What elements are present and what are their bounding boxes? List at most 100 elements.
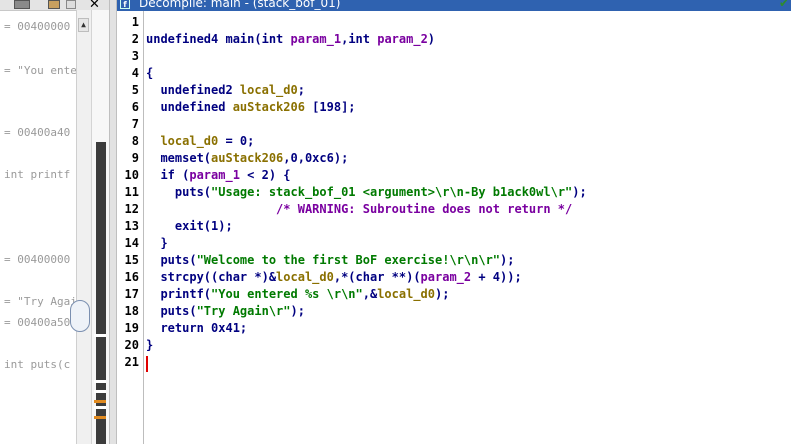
copy-icon[interactable] (48, 0, 60, 9)
line-number: 15 (124, 253, 139, 267)
code-token[interactable]: local_d0 (146, 134, 218, 148)
listing-line[interactable]: int puts(c (4, 358, 70, 371)
code-area[interactable]: undefined4 main(int param_1,int param_2)… (146, 11, 786, 444)
code-line[interactable]: local_d0 = 0; (146, 134, 254, 151)
listing-line[interactable]: = "You ente (4, 64, 76, 77)
overview-marker (94, 334, 106, 337)
code-token[interactable]: ,& (363, 287, 377, 301)
code-line[interactable]: } (146, 236, 167, 253)
code-token[interactable]: local_d0 (377, 287, 435, 301)
code-token[interactable]: puts( (146, 304, 196, 318)
code-token[interactable]: ); (500, 253, 514, 267)
code-token[interactable]: = 0; (218, 134, 254, 148)
code-line[interactable]: /* WARNING: Subroutine does not return *… (146, 202, 572, 219)
code-token[interactable]: undefined4 main( (146, 32, 262, 46)
line-number: 18 (124, 304, 139, 318)
code-line[interactable]: if (param_1 < 2) { (146, 168, 290, 185)
panel-divider[interactable] (109, 0, 117, 444)
listing-line[interactable]: = 00400a50 (4, 316, 70, 329)
listing-line[interactable]: = 00400000 (4, 253, 70, 266)
overview-marker (94, 400, 106, 403)
code-token[interactable]: ) (428, 32, 435, 46)
code-token[interactable]: } (146, 338, 153, 352)
code-line[interactable]: strcpy((char *)&local_d0,*(char **)(para… (146, 270, 521, 287)
code-line[interactable]: puts("Try Again\r"); (146, 304, 305, 321)
code-token[interactable]: auStack206 (233, 100, 305, 114)
listing-line[interactable]: = "Try Agai (4, 295, 76, 308)
overview-marker (94, 390, 106, 393)
code-token[interactable]: undefined2 (146, 83, 240, 97)
listing-line[interactable]: = 00400a40 (4, 126, 70, 139)
code-token[interactable]: if ( (146, 168, 189, 182)
code-token[interactable]: "You entered %s \r\n" (211, 287, 363, 301)
dropdown-icon[interactable] (66, 0, 76, 9)
line-number: 2 (131, 32, 139, 46)
line-number: 5 (131, 83, 139, 97)
code-token[interactable]: { (146, 66, 153, 80)
code-line[interactable]: puts("Usage: stack_bof_01 <argument>\r\n… (146, 185, 587, 202)
code-line[interactable]: exit(1); (146, 219, 233, 236)
code-token[interactable]: param_1 (291, 32, 342, 46)
line-number: 19 (124, 321, 139, 335)
code-token[interactable]: ); (291, 304, 305, 318)
code-line[interactable]: memset(auStack206,0,0xc6); (146, 151, 348, 168)
code-token[interactable]: printf( (146, 287, 211, 301)
line-number: 9 (131, 151, 139, 165)
scroll-thumb[interactable] (70, 300, 90, 332)
code-token[interactable]: int (348, 32, 377, 46)
listing-line[interactable]: = 00400000 (4, 20, 70, 33)
line-number: 10 (124, 168, 139, 182)
overview-marker (94, 416, 106, 419)
code-token[interactable]: param_1 (189, 168, 240, 182)
code-token[interactable]: strcpy((char *)& (146, 270, 276, 284)
code-token[interactable]: param_2 (421, 270, 472, 284)
code-token[interactable]: puts( (146, 185, 211, 199)
code-line[interactable]: undefined4 main(int param_1,int param_2) (146, 32, 435, 49)
code-token[interactable]: ,0,0xc6); (283, 151, 348, 165)
code-token[interactable]: int (262, 32, 291, 46)
code-token[interactable]: local_d0 (276, 270, 334, 284)
line-number: 16 (124, 270, 139, 284)
decompile-title-bar[interactable]: f Decompile: main - (stack_bof_01) ✔ (117, 0, 791, 11)
listing-line[interactable]: int printf (4, 168, 70, 181)
code-token[interactable]: + 4)); (471, 270, 521, 284)
code-token[interactable]: ; (298, 83, 305, 97)
code-token[interactable]: return 0x41; (146, 321, 247, 335)
code-token[interactable]: "Try Again\r" (197, 304, 291, 318)
listing-scrollbar[interactable]: ▲ (76, 10, 91, 444)
code-token[interactable]: exit(1); (146, 219, 233, 233)
line-number: 11 (124, 185, 139, 199)
code-token[interactable]: "Welcome to the first BoF exercise!\r\n\… (197, 253, 500, 267)
code-token[interactable]: < 2) { (240, 168, 290, 182)
code-token[interactable]: } (146, 236, 167, 250)
code-token[interactable]: [198]; (305, 100, 355, 114)
code-line[interactable]: return 0x41; (146, 321, 247, 338)
code-token[interactable]: puts( (146, 253, 196, 267)
code-token[interactable]: ); (435, 287, 449, 301)
line-number: 12 (124, 202, 139, 216)
code-line[interactable]: undefined auStack206 [198]; (146, 100, 355, 117)
overview-region (96, 142, 106, 444)
code-line[interactable]: undefined2 local_d0; (146, 83, 305, 100)
code-line[interactable]: } (146, 338, 153, 355)
overview-bar[interactable] (91, 10, 110, 444)
checkmark-icon[interactable]: ✔ (779, 0, 789, 10)
code-token[interactable]: local_d0 (240, 83, 298, 97)
overview-marker (94, 406, 106, 409)
code-line[interactable]: { (146, 66, 153, 83)
scroll-up-icon[interactable]: ▲ (78, 18, 89, 32)
code-token[interactable]: undefined (146, 100, 233, 114)
code-token[interactable]: /* WARNING: Subroutine does not return *… (146, 202, 572, 216)
code-token[interactable]: memset( (146, 151, 211, 165)
decompile-title: Decompile: main - (stack_bof_01) (139, 0, 341, 10)
code-line[interactable]: printf("You entered %s \r\n",&local_d0); (146, 287, 449, 304)
code-token[interactable]: "Usage: stack_bof_01 <argument>\r\n-By b… (211, 185, 572, 199)
code-token[interactable]: ); (572, 185, 586, 199)
listing-lines: = 00400000 = "You ente = 00400a40 int pr… (0, 10, 76, 444)
code-token[interactable]: ,*(char **)( (334, 270, 421, 284)
listing-panel: ✕ = 00400000 = "You ente = 00400a40 int … (0, 0, 117, 444)
code-token[interactable]: auStack206 (211, 151, 283, 165)
code-line[interactable]: puts("Welcome to the first BoF exercise!… (146, 253, 514, 270)
camera-icon[interactable] (14, 0, 30, 9)
code-token[interactable]: param_2 (377, 32, 428, 46)
